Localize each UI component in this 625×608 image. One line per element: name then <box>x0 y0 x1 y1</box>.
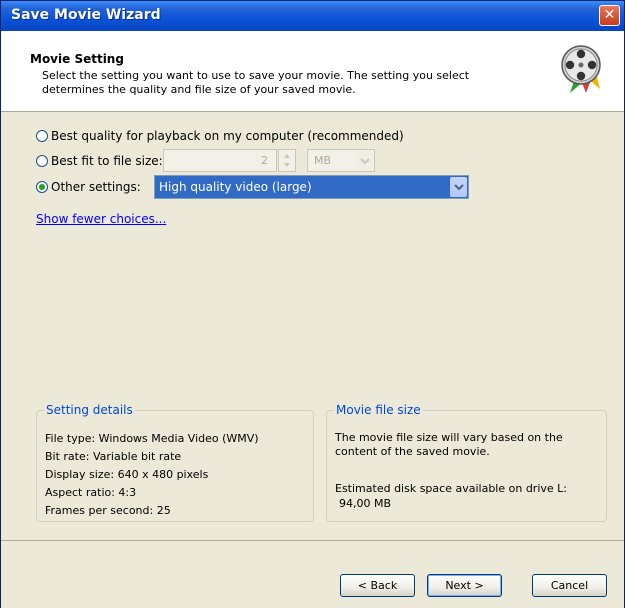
setting-details-list: File type: Windows Media Video (WMV) Bit… <box>45 430 259 520</box>
other-settings-label: Other settings: <box>51 180 141 194</box>
file-size-spinner[interactable] <box>278 149 296 172</box>
best-quality-label: Best quality for playback on my computer… <box>51 129 404 143</box>
chevron-down-icon <box>453 184 464 190</box>
movie-maker-film-icon <box>561 45 601 93</box>
file-size-unit-select[interactable]: MB <box>307 149 375 172</box>
wizard-button-bar: < Back Next > Cancel <box>1 540 624 608</box>
chevron-down-icon <box>359 157 370 164</box>
setting-detail-line: Frames per second: 25 <box>45 504 171 517</box>
close-button[interactable]: ✕ <box>599 5 620 26</box>
settings-dropdown-button[interactable] <box>450 177 467 197</box>
other-settings-option[interactable]: Other settings: <box>36 180 141 194</box>
show-fewer-choices-link[interactable]: Show fewer choices... <box>36 212 166 226</box>
cancel-button[interactable]: Cancel <box>532 574 607 597</box>
window-title: Save Movie Wizard <box>11 7 161 23</box>
save-movie-wizard-window: Save Movie Wizard ✕ Movie Setting Select… <box>0 0 625 608</box>
back-button[interactable]: < Back <box>340 574 415 597</box>
file-size-unit-value: MB <box>314 154 332 167</box>
wizard-content: Best quality for playback on my computer… <box>1 112 624 540</box>
best-quality-option[interactable]: Best quality for playback on my computer… <box>36 129 404 143</box>
movie-file-size-note: The movie file size will vary based on t… <box>335 431 563 458</box>
unit-dropdown-button[interactable] <box>356 151 373 170</box>
setting-details-legend: Setting details <box>44 403 135 417</box>
file-size-input[interactable]: 2 <box>163 149 277 172</box>
setting-detail-line: File type: Windows Media Video (WMV) <box>45 432 259 445</box>
spinner-arrows-icon <box>284 154 290 167</box>
best-quality-radio[interactable] <box>36 130 48 142</box>
file-size-value: 2 <box>261 154 268 167</box>
best-fit-label: Best fit to file size: <box>51 154 163 168</box>
other-settings-select[interactable]: High quality video (large) <box>154 175 469 199</box>
disk-space-value: 94,00 MB <box>339 497 392 510</box>
movie-file-size-group: Movie file size The movie file size will… <box>326 403 607 522</box>
title-bar[interactable]: Save Movie Wizard ✕ <box>1 1 624 31</box>
disk-space-label: Estimated disk space available on drive … <box>335 482 567 495</box>
close-icon: ✕ <box>603 7 616 23</box>
best-fit-radio[interactable] <box>36 155 48 167</box>
movie-file-size-legend: Movie file size <box>334 403 423 417</box>
setting-detail-line: Bit rate: Variable bit rate <box>45 450 182 463</box>
other-settings-radio[interactable] <box>36 181 48 193</box>
setting-detail-line: Display size: 640 x 480 pixels <box>45 468 209 481</box>
page-title: Movie Setting <box>30 52 124 66</box>
wizard-header: Movie Setting Select the setting you wan… <box>1 31 624 112</box>
setting-detail-line: Aspect ratio: 4:3 <box>45 486 137 499</box>
page-description: Select the setting you want to use to sa… <box>42 69 470 96</box>
setting-details-group: Setting details File type: Windows Media… <box>36 403 314 522</box>
other-settings-value: High quality video (large) <box>159 180 312 194</box>
next-button[interactable]: Next > <box>427 574 502 597</box>
best-fit-option[interactable]: Best fit to file size: <box>36 154 163 168</box>
